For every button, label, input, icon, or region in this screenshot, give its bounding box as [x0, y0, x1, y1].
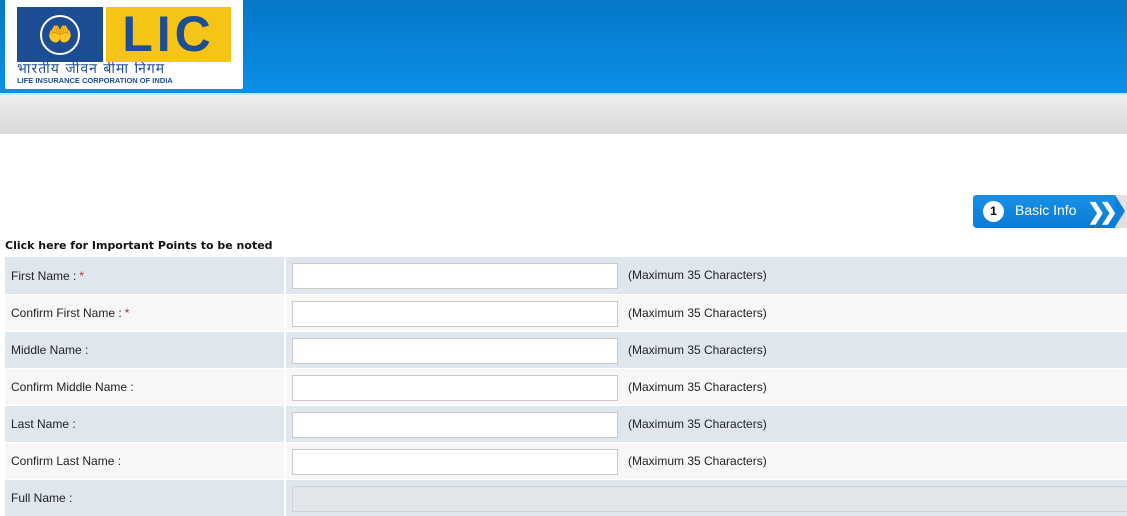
field-cell: (Maximum 35 Characters): [286, 369, 1127, 405]
hands-lamp-icon: 🤲: [40, 14, 80, 55]
field-cell: (Maximum 35 Characters): [286, 257, 1127, 294]
full-name-input: [292, 486, 1127, 512]
field-hint: (Maximum 35 Characters): [628, 343, 767, 357]
nav-bar: [0, 95, 1127, 134]
form-row-last-name: Last Name : (Maximum 35 Characters): [5, 405, 1127, 442]
form-row-first-name: First Name : * (Maximum 35 Characters): [5, 257, 1127, 294]
label-text: Middle Name :: [11, 343, 89, 357]
name-form: First Name : * (Maximum 35 Characters) C…: [5, 257, 1127, 516]
form-row-confirm-last-name: Confirm Last Name : (Maximum 35 Characte…: [5, 442, 1127, 479]
field-hint: (Maximum 35 Characters): [628, 306, 767, 320]
middle-name-input[interactable]: [292, 338, 618, 364]
field-label: Confirm Last Name :: [5, 443, 286, 479]
field-label: Confirm First Name : *: [5, 295, 286, 331]
label-text: Last Name :: [11, 417, 76, 431]
last-name-input[interactable]: [292, 412, 618, 438]
field-label: Confirm Middle Name :: [5, 369, 286, 405]
form-row-confirm-first-name: Confirm First Name : * (Maximum 35 Chara…: [5, 294, 1127, 331]
logo-brand-text: LIC: [106, 7, 231, 62]
step-label: Basic Info: [1015, 202, 1077, 218]
field-cell: (Maximum 35 Characters): [286, 295, 1127, 331]
label-text: Full Name :: [11, 491, 73, 505]
field-label: Middle Name :: [5, 332, 286, 368]
confirm-middle-name-input[interactable]: [292, 375, 618, 401]
field-label: Full Name :: [5, 480, 286, 516]
first-name-input[interactable]: [292, 263, 618, 289]
required-marker: *: [79, 268, 85, 283]
form-row-confirm-middle-name: Confirm Middle Name : (Maximum 35 Charac…: [5, 368, 1127, 405]
important-points-link[interactable]: Click here for Important Points to be no…: [5, 239, 273, 252]
label-text: Confirm Middle Name :: [11, 380, 134, 394]
emblem: 🤲: [17, 7, 103, 62]
lic-logo[interactable]: 🤲 LIC भारतीय जीवन बीमा निगम LIFE INSURAN…: [5, 0, 243, 89]
label-text: First Name :: [11, 268, 77, 283]
required-marker: *: [124, 306, 130, 320]
step-arrow: [1115, 195, 1125, 227]
label-text: Confirm Last Name :: [11, 454, 122, 468]
form-row-middle-name: Middle Name : (Maximum 35 Characters): [5, 331, 1127, 368]
field-hint: (Maximum 35 Characters): [628, 268, 767, 282]
field-cell: (Maximum 35 Characters): [286, 406, 1127, 442]
field-hint: (Maximum 35 Characters): [628, 454, 767, 468]
field-label: Last Name :: [5, 406, 286, 442]
step-basic-info[interactable]: 1 Basic Info ❯❯: [973, 195, 1127, 228]
confirm-last-name-input[interactable]: [292, 449, 618, 475]
label-text: Confirm First Name :: [11, 306, 122, 320]
logo-hindi-name: भारतीय जीवन बीमा निगम: [17, 62, 166, 76]
field-hint: (Maximum 35 Characters): [628, 417, 767, 431]
field-cell: (Maximum 35 Characters): [286, 332, 1127, 368]
double-chevron-right-icon: ❯❯: [1087, 199, 1118, 224]
step-number: 1: [983, 201, 1004, 222]
field-hint: (Maximum 35 Characters): [628, 380, 767, 394]
form-row-full-name: Full Name :: [5, 479, 1127, 516]
logo-english-name: LIFE INSURANCE CORPORATION OF INDIA: [17, 76, 173, 85]
field-label: First Name : *: [5, 257, 286, 294]
page-header: 🤲 LIC भारतीय जीवन बीमा निगम LIFE INSURAN…: [0, 0, 1127, 95]
field-cell: [286, 480, 1127, 516]
confirm-first-name-input[interactable]: [292, 301, 618, 327]
field-cell: (Maximum 35 Characters): [286, 443, 1127, 479]
